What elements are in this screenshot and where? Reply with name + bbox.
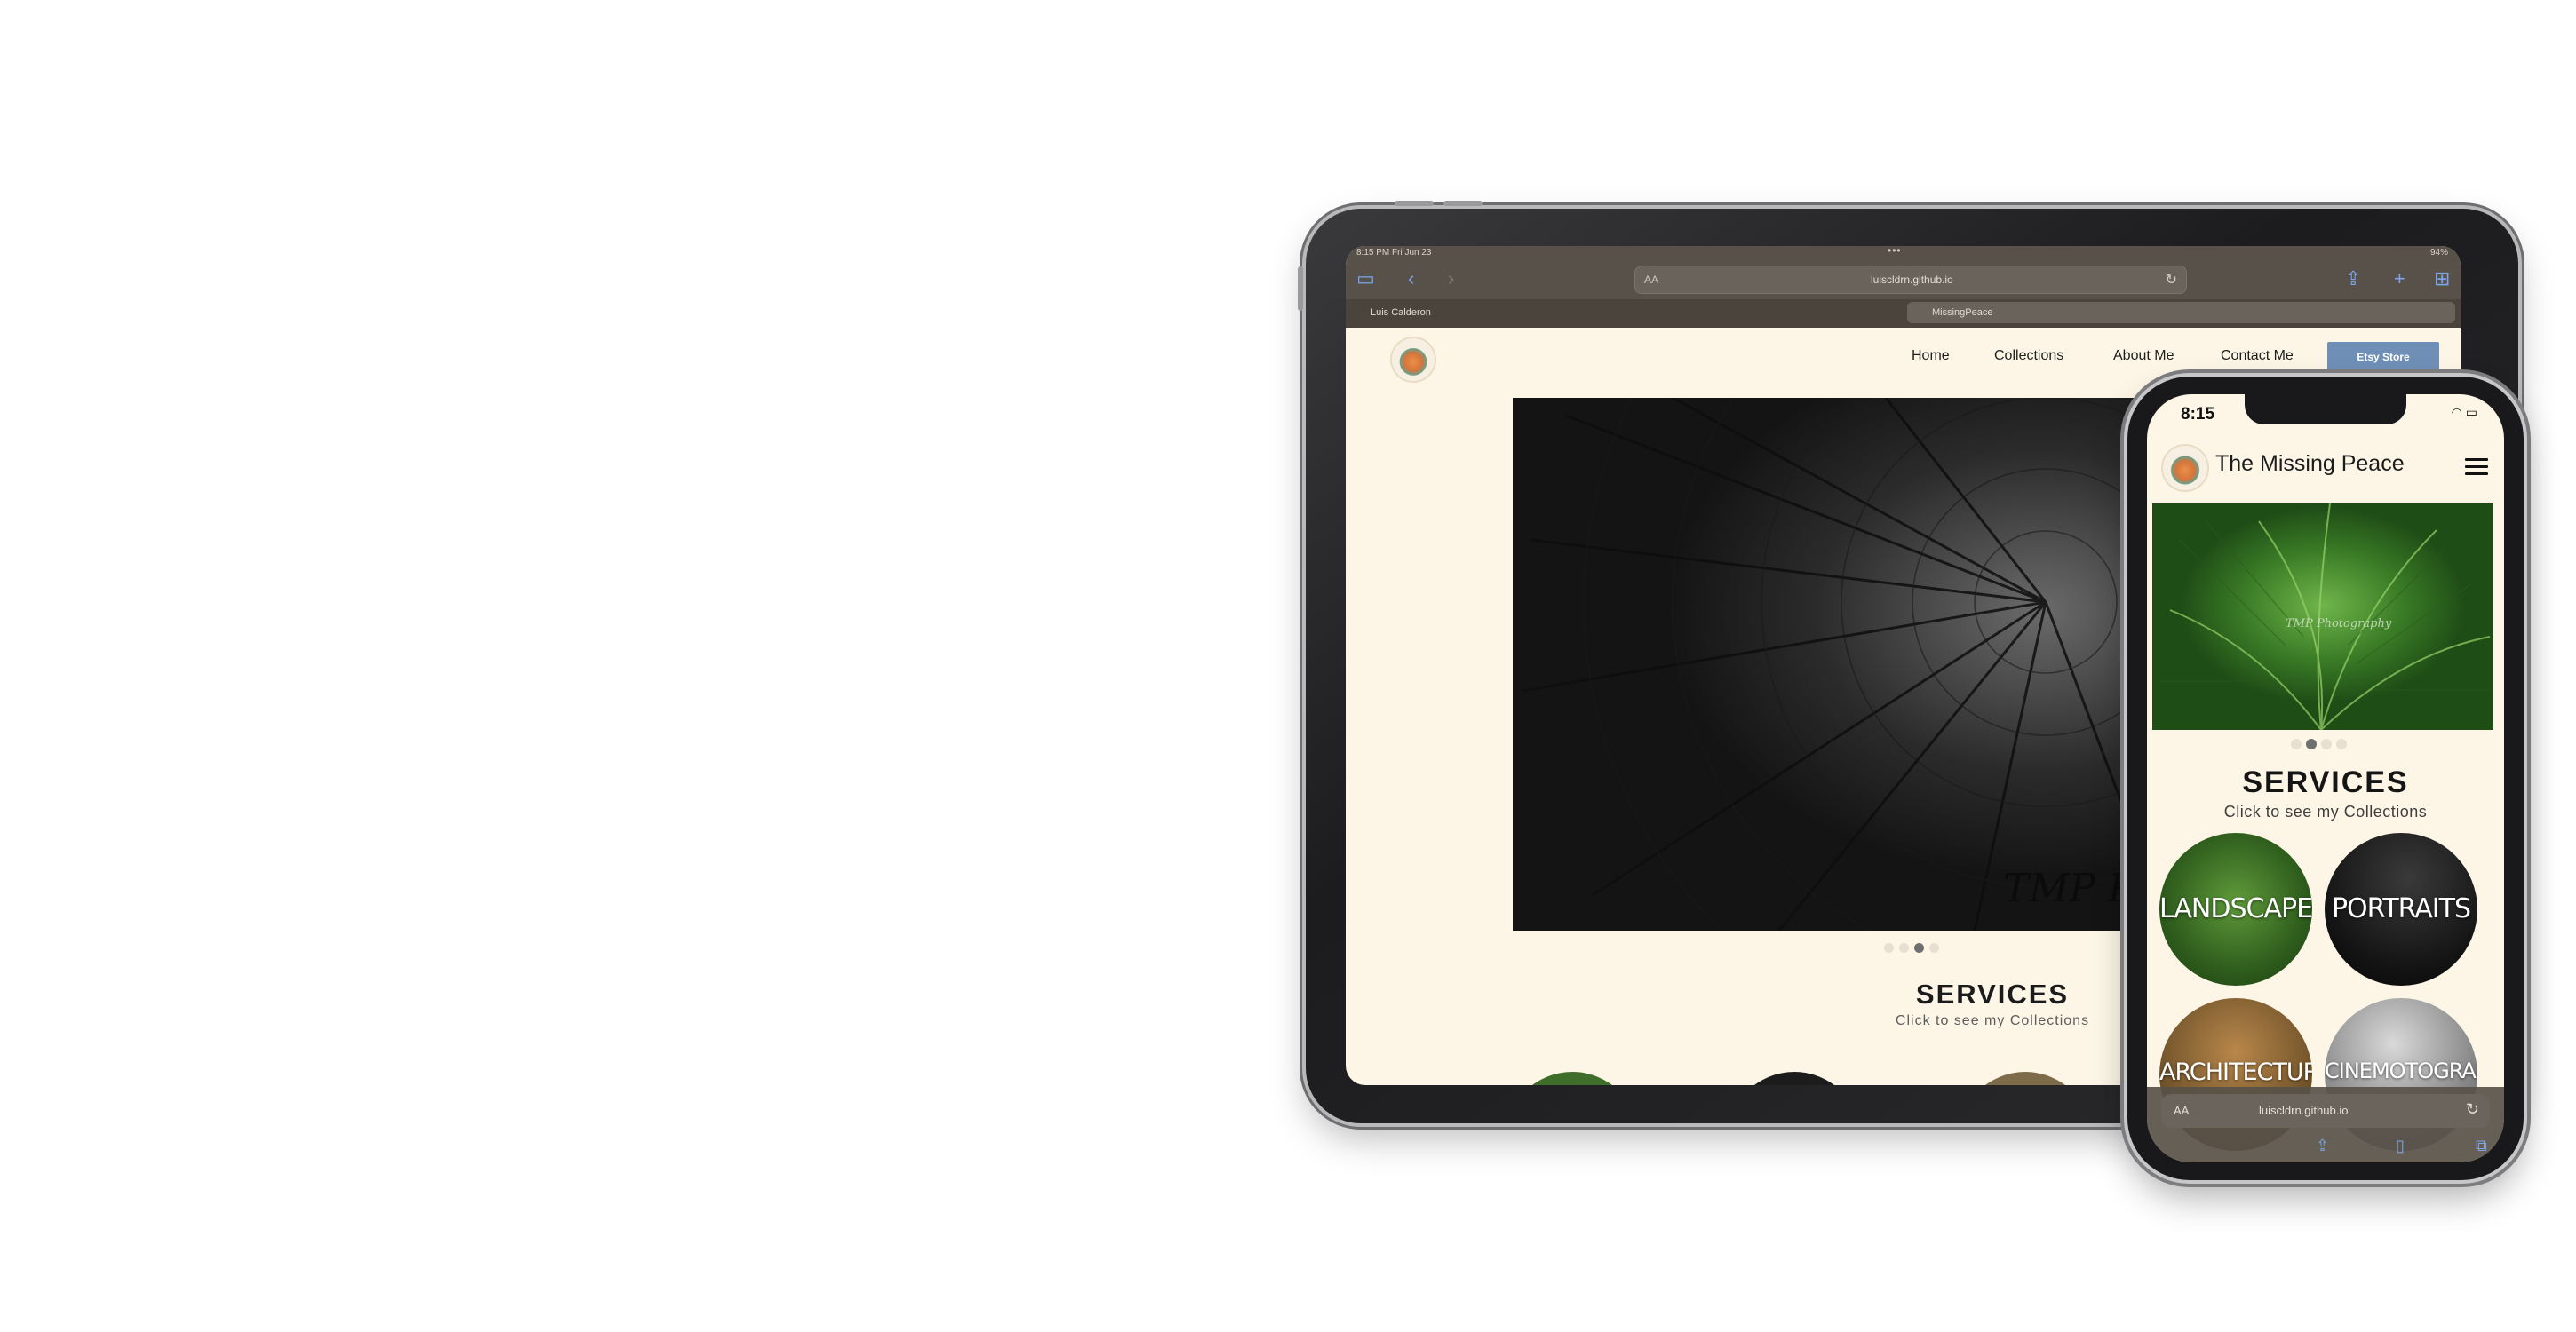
status-time: 8:15 (2181, 405, 2215, 424)
share-icon[interactable]: ⇪ (2345, 267, 2361, 290)
safari-bottom-bar: AA luiscldrn.github.io ↻ ⇪ ▯ ⧉ (2147, 1087, 2504, 1162)
side-button (1298, 266, 1303, 311)
multitask-dots[interactable]: ••• (1888, 246, 1902, 257)
collection-label: LANDSCAPE (2159, 893, 2312, 924)
collection-circle-peek[interactable] (1959, 1072, 2092, 1085)
wood-texture (1521, 398, 2188, 931)
tablet-status-bar: 8:15 PM Fri Jun 23 ••• 94% (1346, 246, 2461, 260)
carousel-dot[interactable] (1929, 943, 1939, 953)
volume-button (1395, 201, 1434, 206)
collection-circle-peek[interactable] (1728, 1072, 1861, 1085)
tab-luis-calderon[interactable]: Luis Calderon (1351, 302, 1902, 323)
collection-portraits[interactable]: PORTRAITS (2325, 833, 2477, 986)
phone-notch (2245, 394, 2406, 424)
carousel-dot-active[interactable] (2306, 739, 2317, 749)
forward-icon[interactable]: › (1448, 267, 1454, 290)
nav-about[interactable]: About Me (2113, 348, 2174, 364)
carousel-dot[interactable] (2336, 739, 2347, 749)
collection-label: ARCHITECTURE (2159, 1058, 2312, 1086)
status-time: 8:15 PM Fri Jun 23 (1356, 248, 1432, 258)
carousel-dot-active[interactable] (1914, 943, 1924, 953)
carousel-dot[interactable] (1899, 943, 1909, 953)
nav-collections[interactable]: Collections (1994, 348, 2063, 364)
phone-device: 8:15 ◠ ▭ The Missing Peace TMP Photograp… (2127, 377, 2524, 1180)
tabs-icon[interactable]: ⧉ (2476, 1137, 2487, 1155)
site-title: The Missing Peace (2215, 451, 2405, 476)
bottom-toolbar: ⇪ ▯ ⧉ (2147, 1087, 2504, 1162)
etsy-store-button[interactable]: Etsy Store (2327, 342, 2439, 372)
hero-carousel-image[interactable]: TMP Phi (1513, 398, 2188, 931)
tab-strip: Luis Calderon MissingPeace (1346, 299, 2461, 328)
safari-toolbar: ▭ ‹ › AA luiscldrn.github.io ↻ ⇪ + ⊞ (1346, 260, 2461, 299)
tab-label: Luis Calderon (1371, 307, 1431, 318)
volume-button (1443, 201, 1483, 206)
nav-home[interactable]: Home (1912, 348, 1950, 364)
hero-watermark: TMP Photography (2286, 617, 2392, 630)
sidebar-icon[interactable]: ▭ (1356, 267, 1375, 290)
reload-icon[interactable]: ↻ (2166, 271, 2177, 289)
tab-overview-icon[interactable]: ⊞ (2434, 267, 2450, 290)
carousel-dot[interactable] (1884, 943, 1894, 953)
battery-level: 94% (2429, 248, 2448, 258)
hero-carousel-image[interactable]: TMP Photography (2152, 503, 2493, 730)
collection-circle-peek[interactable] (1506, 1072, 1639, 1085)
collection-label: PORTRAITS (2331, 893, 2471, 924)
address-url: luiscldrn.github.io (1871, 274, 1953, 286)
nav-contact[interactable]: Contact Me (2221, 348, 2294, 364)
share-icon[interactable]: ⇪ (2316, 1137, 2329, 1155)
phone-screen: 8:15 ◠ ▭ The Missing Peace TMP Photograp… (2147, 394, 2504, 1162)
reader-aa-button[interactable]: AA (1644, 274, 1658, 286)
bookmarks-icon[interactable]: ▯ (2396, 1137, 2405, 1155)
site-logo[interactable] (1390, 337, 1436, 383)
carousel-dot[interactable] (2291, 739, 2302, 749)
collection-landscape[interactable]: LANDSCAPE (2159, 833, 2312, 986)
carousel-dot[interactable] (2321, 739, 2332, 749)
back-icon[interactable]: ‹ (1408, 267, 1414, 290)
services-subtitle: Click to see my Collections (2223, 803, 2428, 821)
collection-label: CINEMOTOGRAPHY (2325, 1058, 2477, 1083)
site-logo[interactable] (2161, 444, 2209, 492)
services-title: SERVICES (2242, 765, 2409, 799)
menu-icon[interactable] (2465, 458, 2488, 476)
tab-missingpeace[interactable]: MissingPeace (1907, 302, 2455, 323)
services-title: SERVICES (1915, 979, 2070, 1010)
tab-label: MissingPeace (1932, 307, 1993, 318)
new-tab-icon[interactable]: + (2394, 267, 2405, 290)
address-bar[interactable]: AA luiscldrn.github.io ↻ (1634, 266, 2187, 294)
wifi-battery-icon: ◠ ▭ (2451, 405, 2477, 419)
